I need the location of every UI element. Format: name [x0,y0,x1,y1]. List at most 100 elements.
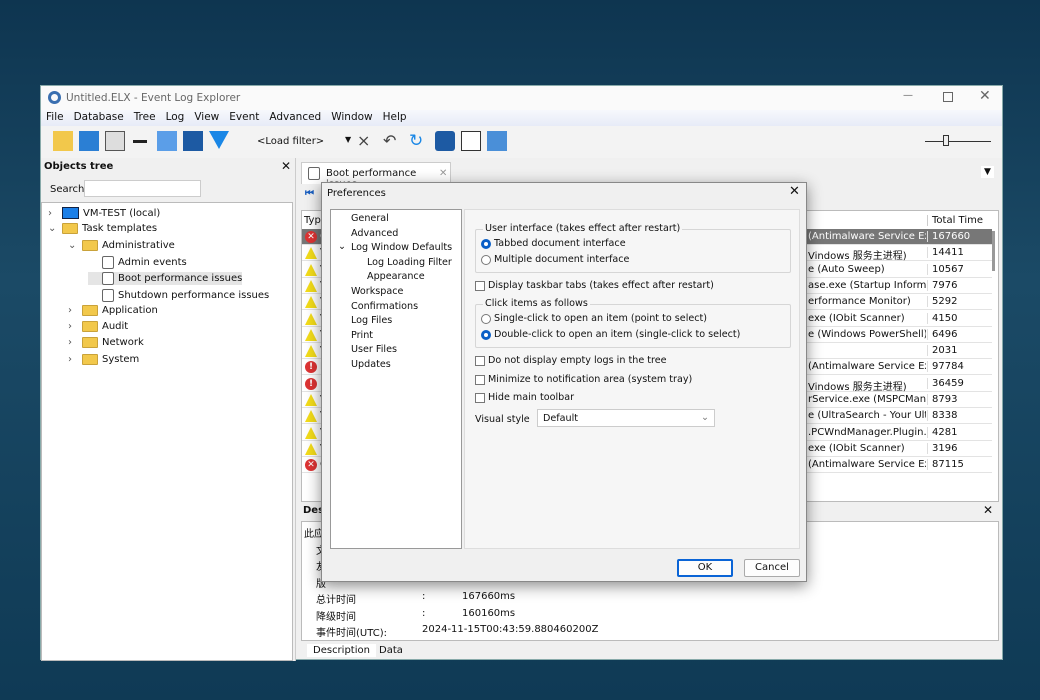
expander-icon[interactable]: › [48,208,58,219]
preferences-tree-item[interactable]: Print [351,330,373,341]
total-time-cell: 8793 [927,394,989,405]
tree-item[interactable]: › Application [68,304,158,316]
double-click-radio[interactable]: Double-click to open an item (single-cli… [481,329,740,340]
menu-database[interactable]: Database [74,111,124,123]
tree-item[interactable]: ⌄ Task templates [48,223,157,235]
preferences-tree-item[interactable]: Workspace [351,286,403,297]
tree-item-label: System [102,353,140,365]
first-page-icon[interactable]: ⏮ [305,188,314,199]
preferences-tree-item[interactable]: Confirmations [351,301,418,312]
refresh-icon[interactable]: ↻ [409,131,429,151]
menu-help[interactable]: Help [383,111,407,123]
expander-icon[interactable]: ⌄ [338,241,346,252]
add-computer-icon[interactable] [79,131,99,151]
menu-window[interactable]: Window [331,111,372,123]
preferences-tree-item[interactable]: Log Loading Filter [367,257,452,268]
visual-style-select[interactable]: Default ⌄ [537,409,715,427]
hide-toolbar-checkbox[interactable]: Hide main toolbar [475,392,574,403]
tree-item[interactable]: › Audit [68,321,128,333]
preferences-tree-item[interactable]: Log Files [351,315,392,326]
tree-item[interactable]: › System [68,353,140,365]
checkbox-label: Display taskbar tabs (takes effect after… [488,280,714,291]
expander-icon[interactable]: › [68,305,78,316]
tree-item[interactable]: Shutdown performance issues [88,288,269,302]
column-header-total-time[interactable]: Total Time (m [927,215,987,226]
minimize-tray-checkbox[interactable]: Minimize to notification area (system tr… [475,374,692,385]
mdi-interface-radio[interactable]: Multiple document interface [481,254,629,265]
total-time-cell: 97784 [927,361,989,373]
preferences-tree: General Advanced Log Window Defaults ⌄ Log L… [330,209,462,549]
ok-button[interactable]: OK [677,559,733,577]
tree-item[interactable]: Admin events [88,255,187,269]
filter-icon[interactable] [209,131,229,149]
tree-item[interactable]: › VM-TEST (local) [48,207,160,219]
tab-data[interactable]: Data [375,644,407,657]
print-icon[interactable] [487,131,507,151]
zoom-slider[interactable] [925,141,991,142]
checkbox-label: Do not display empty logs in the tree [488,355,667,366]
expander-icon[interactable]: › [68,337,78,348]
open-folder-icon[interactable] [157,131,177,151]
tab-close-icon[interactable]: ✕ [439,168,447,179]
menu-log[interactable]: Log [166,111,185,123]
radio-label: Single-click to open an item (point to s… [494,313,708,324]
maximize-button[interactable] [943,92,953,102]
folder-icon [82,337,98,349]
preferences-tree-item[interactable]: Updates [351,359,391,370]
minimize-button[interactable]: — [903,90,913,101]
chevron-down-icon: ⌄ [700,412,709,423]
expander-icon[interactable]: ⌄ [68,240,78,251]
dialog-close-button[interactable]: ✕ [789,184,800,199]
preferences-tree-item[interactable]: Appearance [367,271,425,282]
tabbed-interface-radio[interactable]: Tabbed document interface [481,238,626,249]
tab-boot-performance-issues[interactable]: Boot performance issues ✕ [301,162,451,190]
load-filter-select[interactable]: <Load filter> [257,136,324,147]
preview-icon[interactable] [461,131,481,151]
find-binoculars-icon[interactable] [435,131,455,151]
preferences-tree-item[interactable]: General [351,213,389,224]
zoom-slider-thumb[interactable] [943,135,949,146]
single-click-radio[interactable]: Single-click to open an item (point to s… [481,313,707,324]
close-description-icon[interactable]: ✕ [983,503,993,517]
radio-label: Multiple document interface [494,254,630,265]
expander-icon[interactable]: ⌄ [48,223,58,234]
menu-event[interactable]: Event [229,111,259,123]
menu-view[interactable]: View [194,111,219,123]
description-cell: rService.exe (MSPCManage [808,394,926,405]
new-folder-icon[interactable] [53,131,73,151]
description-cell: (Antimalware Service Execu [808,361,926,373]
click-items-group: Click items as follows Single-click to o… [475,298,791,348]
search-input[interactable] [84,180,201,197]
tab-description[interactable]: Description [307,644,376,657]
preferences-tree-item[interactable]: Log Window Defaults [351,242,452,253]
cancel-button[interactable]: Cancel [744,559,800,577]
tree-item[interactable]: Boot performance issues [88,272,243,286]
menu-advanced[interactable]: Advanced [269,111,321,123]
visual-style-label: Visual style [475,414,530,425]
preferences-tree-item[interactable]: User Files [351,344,397,355]
description-cell: (Antimalware Service Execu [808,459,926,471]
close-panel-icon[interactable]: ✕ [281,159,291,173]
clear-filter-icon[interactable]: ⨯ [357,131,377,151]
folder-icon [82,304,98,316]
undo-filter-icon[interactable]: ↶ [383,131,403,151]
preferences-tree-item[interactable]: Advanced [351,228,398,239]
save-icon[interactable] [183,131,203,151]
warning-icon [305,345,317,358]
tab-list-dropdown[interactable]: ▼ [981,166,994,178]
tree-item[interactable]: › Network [68,337,144,349]
no-empty-logs-checkbox[interactable]: Do not display empty logs in the tree [475,355,667,366]
menu-tree[interactable]: Tree [134,111,156,123]
close-button[interactable]: ✕ [979,88,991,104]
remove-icon[interactable] [133,140,147,143]
log-icon [102,272,114,286]
add-log-icon[interactable] [105,131,125,151]
expander-icon[interactable]: › [68,321,78,332]
grid-scrollbar[interactable] [992,231,995,271]
warning-icon [305,442,317,455]
chevron-down-icon[interactable]: ▼ [345,135,351,144]
tree-item[interactable]: ⌄ Administrative [68,239,175,251]
menu-file[interactable]: File [46,111,64,123]
expander-icon[interactable]: › [68,354,78,365]
taskbar-tabs-checkbox[interactable]: Display taskbar tabs (takes effect after… [475,280,714,291]
